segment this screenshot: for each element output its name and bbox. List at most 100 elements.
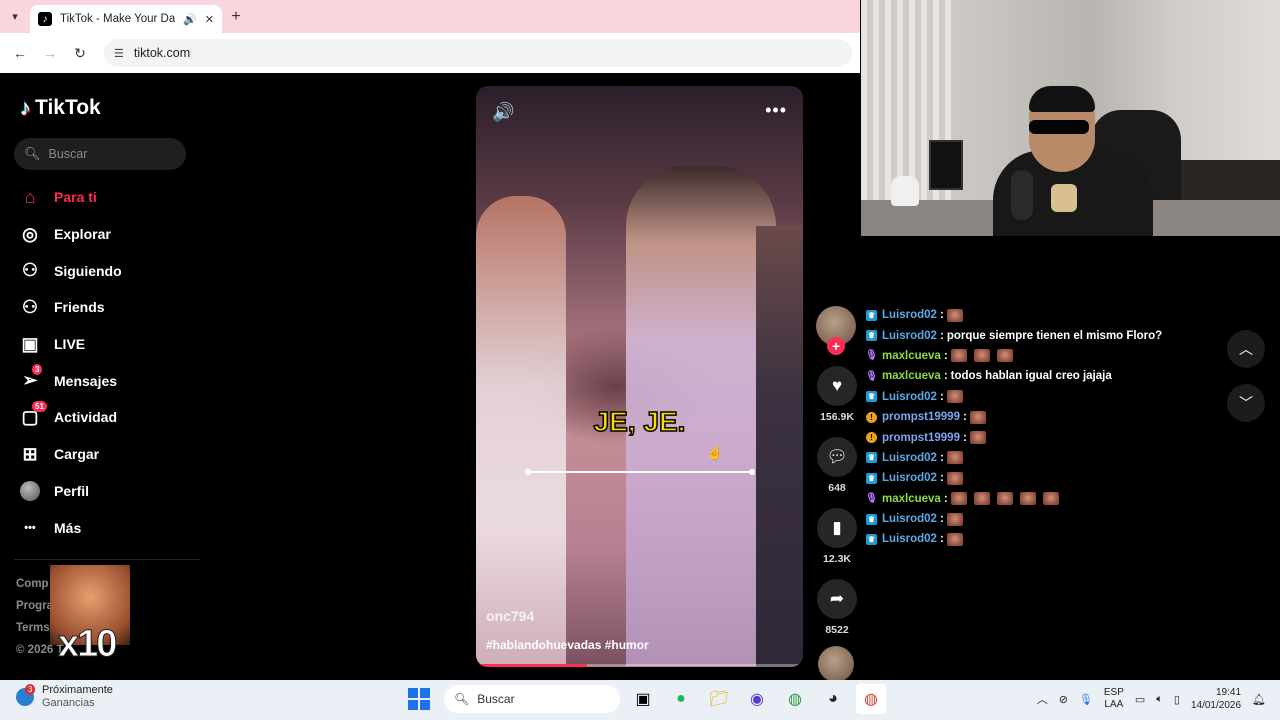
volume-tray-icon[interactable]: 🔈︎ <box>1156 693 1163 706</box>
video-caption: JE, JE. <box>593 405 686 438</box>
notification-icon[interactable]: 🔔︎ <box>1252 693 1266 706</box>
chat-emote-image <box>950 492 967 506</box>
chat-text: porque siempre tienen el mismo Floro? <box>946 329 1163 342</box>
chat-username[interactable]: Luisrod02 <box>882 533 937 545</box>
back-button[interactable]: ← <box>8 41 32 65</box>
tiktok-logo[interactable]: ♪ TikTok <box>20 95 101 121</box>
tiktok-note-icon: ♪ <box>20 95 31 120</box>
network-off-icon[interactable]: ⊘ <box>1059 693 1068 706</box>
creator-avatar[interactable]: + <box>816 306 856 355</box>
compass-icon: ◎ <box>22 223 38 244</box>
sidebar-item[interactable]: ⚇ Friends <box>18 289 122 326</box>
save-count: 12.3K <box>822 553 852 565</box>
sidebar-item[interactable]: ➢ 3 Mensajes <box>18 362 122 399</box>
speaker-icon[interactable]: 🔊 <box>183 13 197 26</box>
bookmark-icon: ▮ <box>832 518 842 537</box>
chat-username[interactable]: Luisrod02 <box>882 452 937 464</box>
sidebar-item[interactable]: ▣ LIVE <box>18 326 122 363</box>
like-button[interactable]: ♥ <box>817 366 857 406</box>
chat-separator: : <box>939 513 944 526</box>
chrome-icon[interactable]: ◍ <box>780 684 810 714</box>
avatar <box>18 479 42 503</box>
chat-username[interactable]: maxlcueva <box>882 493 941 505</box>
new-tab-button[interactable]: + <box>222 8 250 26</box>
more-options-icon[interactable]: ••• <box>765 100 787 121</box>
app-circle-icon[interactable]: ◉ <box>742 684 772 714</box>
chat-username[interactable]: Luisrod02 <box>882 472 937 484</box>
volume-icon[interactable]: 🔊 <box>492 102 514 123</box>
forward-button[interactable]: → <box>38 41 62 65</box>
spotify-icon[interactable]: ● <box>666 684 696 714</box>
task-view-icon[interactable]: ▣ <box>628 684 658 714</box>
music-disc-avatar[interactable] <box>818 646 854 682</box>
prime-badge-icon: ♛ <box>866 391 877 403</box>
chat-username[interactable]: Luisrod02 <box>882 309 937 321</box>
sidebar-item-label: Para ti <box>54 189 97 206</box>
follow-plus-icon[interactable]: + <box>827 337 845 355</box>
sidebar-item[interactable]: ⊞ Cargar <box>18 436 122 473</box>
close-tab-icon[interactable]: ✕ <box>205 13 214 26</box>
chat-emote-image <box>946 471 963 485</box>
emote-count: x10 <box>57 623 117 666</box>
sidebar-item-label: Cargar <box>54 446 100 463</box>
search-box[interactable]: 🔍︎ <box>14 138 186 170</box>
clock[interactable]: 19:41 14/01/2026 <box>1191 686 1241 712</box>
reload-button[interactable]: ↻ <box>68 41 92 65</box>
battery-icon[interactable]: ▯ <box>1174 693 1180 706</box>
webcam-sunglasses <box>1029 120 1089 134</box>
widgets-button[interactable]: 3 Próximamente Ganancias <box>16 684 113 710</box>
volume-slider[interactable] <box>525 469 755 475</box>
chat-username[interactable]: Luisrod02 <box>882 391 937 403</box>
taskbar-search[interactable]: 🔍︎ Buscar <box>444 685 620 713</box>
video-author[interactable]: onc794 <box>486 608 534 624</box>
chat-username[interactable]: maxlcueva <box>882 350 941 362</box>
browser-tab[interactable]: ♪ TikTok - Make Your Day 🔊 ✕ <box>30 5 222 33</box>
sidebar-item-label: Mensajes <box>54 372 118 389</box>
windows-start-icon[interactable] <box>408 688 430 710</box>
microphone-icon[interactable]: 🎙︎ <box>1079 693 1093 706</box>
save-button[interactable]: ▮ <box>817 508 857 548</box>
url-field[interactable]: ☰ tiktok.com <box>104 39 852 67</box>
obs-icon[interactable]: ◕ <box>818 684 848 714</box>
prime-badge-icon: ♛ <box>866 309 877 321</box>
search-input[interactable] <box>48 147 169 161</box>
chat-username[interactable]: maxlcueva <box>882 370 941 382</box>
comment-button[interactable]: 💬︎ <box>817 437 857 477</box>
search-icon: 🔍︎ <box>454 692 470 706</box>
video-description[interactable]: #hablandohuevadas #humor <box>486 638 649 652</box>
site-info-icon[interactable]: ☰ <box>114 47 124 60</box>
windows-taskbar: 3 Próximamente Ganancias 🔍︎ Buscar ▣ ● 📁… <box>0 680 1280 720</box>
video-player[interactable]: 🔊 ••• JE, JE. ☝ onc794 #hablandohuevadas… <box>476 86 803 667</box>
chevron-up-tray-icon[interactable]: ︿ <box>1037 691 1048 707</box>
file-explorer-icon[interactable]: 📁︎ <box>704 684 734 714</box>
sidebar-item[interactable]: ⌂ Para ti <box>18 179 122 216</box>
chevron-up-icon: ︿ <box>1239 341 1253 357</box>
tab-search-chevron-icon[interactable]: ▾ <box>0 0 30 33</box>
stream-chat: ♛ Luisrod02 : ♛ Luisrod02 : porque siempre… <box>865 305 1226 550</box>
stream-emote-overlay: x10 <box>50 565 130 669</box>
chat-separator: : <box>962 411 967 424</box>
display-icon[interactable]: ▭ <box>1135 693 1145 706</box>
chat-message: 🎙︎ maxlcueva : <box>865 489 1226 509</box>
chat-username[interactable]: prompst19999 <box>882 411 960 423</box>
chat-username[interactable]: Luisrod02 <box>882 513 937 525</box>
chat-message: 🎙︎ maxlcueva : <box>865 346 1226 366</box>
action-rail: + ♥ 156.9K 💬︎ 648 ▮ 12.3K ➦ 8522 <box>816 306 858 682</box>
previous-video-button[interactable]: ︿ <box>1227 330 1265 368</box>
chrome-active-icon[interactable]: ◍ <box>856 684 886 714</box>
keyboard-layout: LAA <box>1104 699 1124 710</box>
chat-username[interactable]: Luisrod02 <box>882 330 937 342</box>
next-video-button[interactable]: ﹀ <box>1227 384 1265 422</box>
chat-separator: : <box>943 370 948 383</box>
video-progress-bar[interactable] <box>476 664 803 667</box>
language-indicator[interactable]: ESP LAA <box>1104 687 1124 711</box>
sidebar-item[interactable]: ▢ 51 Actividad <box>18 399 122 436</box>
chat-separator: : <box>939 309 944 322</box>
sidebar-item[interactable]: ◎ Explorar <box>18 216 122 253</box>
like-count: 156.9K <box>820 411 854 423</box>
sidebar-item[interactable]: ••• Más <box>18 509 122 546</box>
sidebar-item[interactable]: Perfil <box>18 473 122 510</box>
sidebar-item[interactable]: ⚇ Siguiendo <box>18 252 122 289</box>
share-button[interactable]: ➦ <box>817 579 857 619</box>
chat-username[interactable]: prompst19999 <box>882 432 960 444</box>
